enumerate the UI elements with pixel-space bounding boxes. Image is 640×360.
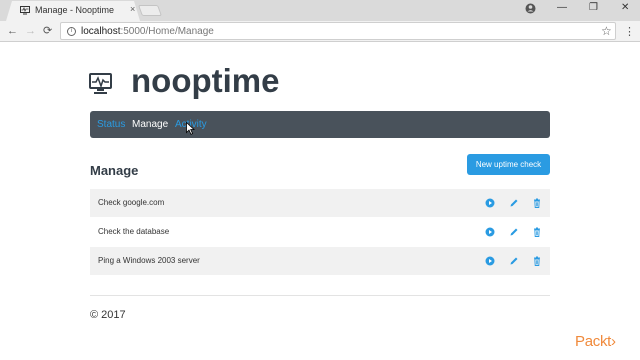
trash-icon[interactable] [532, 256, 542, 266]
new-tab-button[interactable] [137, 5, 163, 16]
main-navbar: Status Manage Activity [90, 111, 550, 138]
list-item: Ping a Windows 2003 server [90, 247, 550, 275]
address-bar[interactable]: i localhost:5000/Home/Manage ☆ [60, 22, 616, 40]
info-icon[interactable]: i [67, 27, 76, 36]
check-label: Check the database [98, 227, 170, 236]
check-label: Ping a Windows 2003 server [98, 256, 200, 265]
profile-icon[interactable] [525, 3, 536, 14]
mouse-cursor-icon [186, 122, 195, 135]
play-icon[interactable] [485, 227, 495, 237]
footer-divider [90, 295, 550, 296]
url-path: :5000/Home/Manage [120, 26, 214, 37]
nav-link-manage[interactable]: Manage [132, 119, 168, 130]
play-icon[interactable] [485, 198, 495, 208]
page-title: Manage [90, 163, 139, 178]
monitor-icon [89, 73, 112, 94]
trash-icon[interactable] [532, 227, 542, 237]
play-icon[interactable] [485, 256, 495, 266]
pencil-icon[interactable] [509, 256, 519, 266]
reload-icon[interactable]: ⟳ [43, 25, 52, 37]
pencil-icon[interactable] [509, 198, 519, 208]
minimize-icon[interactable]: — [557, 2, 567, 13]
close-window-icon[interactable]: ✕ [621, 2, 629, 13]
menu-icon[interactable]: ⋮ [624, 25, 635, 38]
pencil-icon[interactable] [509, 227, 519, 237]
monitor-icon [20, 6, 30, 15]
browser-tabstrip: Manage - Nooptime × — ❐ ✕ [0, 0, 640, 21]
url-host: localhost [81, 26, 121, 37]
list-item: Check google.com [90, 189, 550, 217]
packt-watermark: Packt› [575, 333, 616, 350]
restore-icon[interactable]: ❐ [589, 2, 598, 13]
browser-tab[interactable]: Manage - Nooptime × [6, 1, 140, 21]
url-text: localhost:5000/Home/Manage [81, 26, 214, 37]
check-label: Check google.com [98, 198, 165, 207]
forward-icon[interactable]: → [25, 25, 36, 37]
checks-list: Check google.com Check the database Ping… [90, 189, 550, 276]
tab-title: Manage - Nooptime [35, 5, 115, 15]
new-uptime-check-button[interactable]: New uptime check [467, 154, 550, 175]
back-icon[interactable]: ← [7, 25, 18, 37]
footer-copyright: © 2017 [90, 309, 126, 321]
brand-name: nooptime [131, 62, 280, 99]
nav-link-status[interactable]: Status [97, 119, 125, 130]
browser-toolbar: ← → ⟳ i localhost:5000/Home/Manage ☆ ⋮ [0, 21, 640, 42]
star-icon[interactable]: ☆ [601, 24, 612, 38]
trash-icon[interactable] [532, 198, 542, 208]
tab-close-icon[interactable]: × [130, 4, 135, 14]
list-item: Check the database [90, 218, 550, 246]
